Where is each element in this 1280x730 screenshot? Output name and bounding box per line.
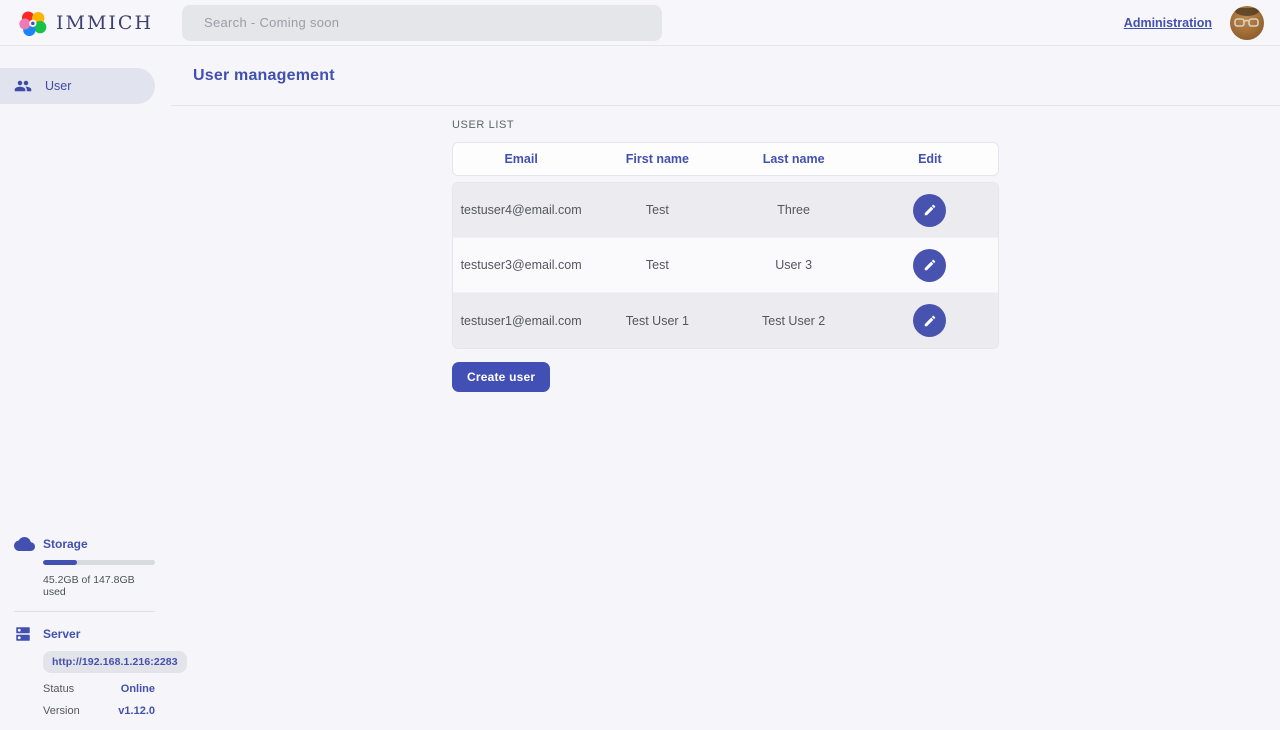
cell-last-name: Test User 2	[726, 314, 862, 328]
user-list-label: USER LIST	[452, 119, 999, 131]
server-section: Server http://192.168.1.216:2283 Status …	[0, 625, 155, 717]
page-title: User management	[193, 67, 335, 85]
status-label: Status	[43, 683, 74, 695]
cell-last-name: Three	[726, 203, 862, 217]
cell-first-name: Test	[589, 203, 725, 217]
edit-user-button[interactable]	[913, 304, 946, 337]
immich-flower-icon	[18, 8, 48, 38]
server-status-row: Status Online	[43, 683, 155, 695]
storage-progress-track	[43, 560, 155, 565]
search-input[interactable]	[182, 5, 662, 41]
pencil-icon	[923, 203, 937, 217]
cell-email: testuser3@email.com	[453, 258, 589, 272]
title-bar: User management	[171, 47, 1280, 106]
admin-sidebar: User Storage 45.2GB of 147.8GB used	[0, 47, 171, 730]
cloud-icon	[14, 535, 35, 556]
sidebar-item-user[interactable]: User	[0, 68, 155, 104]
immich-logo[interactable]: IMMICH	[18, 8, 178, 38]
user-table: USER LIST Email First name Last name Edi…	[452, 119, 999, 349]
sidebar-divider	[14, 611, 155, 612]
column-header-first-name: First name	[589, 152, 725, 166]
storage-progress-fill	[43, 560, 77, 565]
user-avatar[interactable]	[1230, 6, 1264, 40]
cell-first-name: Test	[589, 258, 725, 272]
administration-link[interactable]: Administration	[1124, 16, 1212, 30]
storage-usage-text: 45.2GB of 147.8GB used	[43, 574, 155, 598]
server-version-row: Version v1.12.0	[43, 705, 155, 717]
edit-user-button[interactable]	[913, 249, 946, 282]
table-body: testuser4@email.com Test Three testuser3…	[452, 182, 999, 349]
pencil-icon	[923, 314, 937, 328]
user-list-content: USER LIST Email First name Last name Edi…	[171, 106, 1280, 392]
server-title: Server	[43, 625, 155, 641]
table-row: testuser3@email.com Test User 3	[453, 238, 998, 293]
main-panel: User management USER LIST Email First na…	[171, 47, 1280, 730]
logo-wordmark: IMMICH	[56, 12, 153, 34]
sidebar-item-label: User	[45, 79, 71, 93]
cell-first-name: Test User 1	[589, 314, 725, 328]
version-value: v1.12.0	[118, 705, 155, 717]
glasses-graphic	[1234, 16, 1260, 30]
cell-email: testuser1@email.com	[453, 314, 589, 328]
server-url-badge: http://192.168.1.216:2283	[43, 651, 187, 673]
sidebar-footer: Storage 45.2GB of 147.8GB used Server ht…	[0, 535, 171, 730]
create-user-button[interactable]: Create user	[452, 362, 550, 392]
storage-title: Storage	[43, 535, 155, 551]
column-header-last-name: Last name	[726, 152, 862, 166]
column-header-edit: Edit	[862, 152, 998, 166]
server-icon	[14, 625, 32, 646]
cell-last-name: User 3	[726, 258, 862, 272]
pencil-icon	[923, 258, 937, 272]
cell-email: testuser4@email.com	[453, 203, 589, 217]
group-icon	[14, 77, 32, 95]
column-header-email: Email	[453, 152, 589, 166]
version-label: Version	[43, 705, 80, 717]
table-row: testuser1@email.com Test User 1 Test Use…	[453, 293, 998, 348]
storage-section: Storage 45.2GB of 147.8GB used	[0, 535, 155, 598]
top-header: IMMICH Administration	[0, 0, 1280, 46]
edit-user-button[interactable]	[913, 194, 946, 227]
table-header-row: Email First name Last name Edit	[452, 142, 999, 176]
status-value: Online	[121, 683, 155, 695]
table-row: testuser4@email.com Test Three	[453, 183, 998, 238]
